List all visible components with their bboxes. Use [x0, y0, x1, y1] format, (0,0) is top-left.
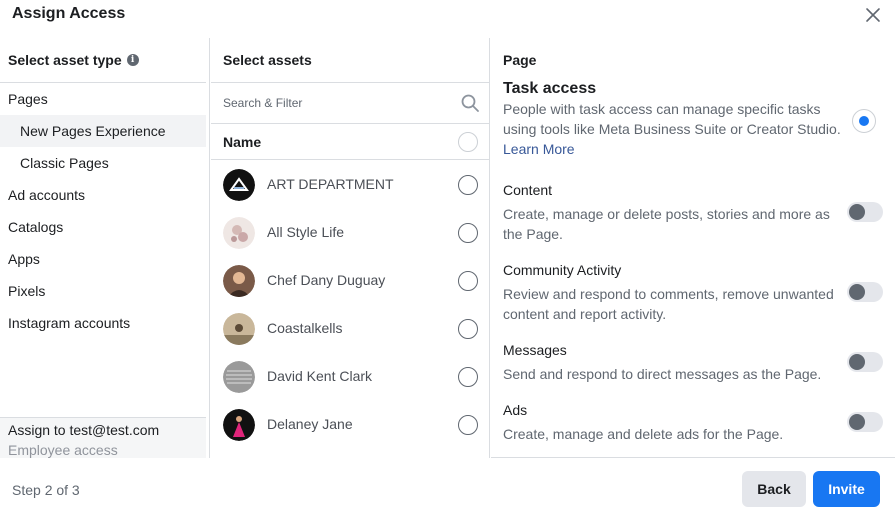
select-assets-heading: Select assets — [223, 52, 312, 68]
asset-type-pages[interactable]: Pages — [0, 83, 206, 115]
permission-description: Send and respond to direct messages as t… — [503, 366, 822, 382]
toggle-knob — [849, 414, 865, 430]
asset-type-list: Pages New Pages Experience Classic Pages… — [0, 83, 206, 339]
task-access-title: Task access — [503, 80, 597, 97]
asset-radio[interactable] — [458, 175, 478, 195]
content-toggle[interactable] — [847, 202, 883, 222]
dialog-header: Assign Access — [0, 0, 895, 38]
asset-radio[interactable] — [458, 319, 478, 339]
messages-toggle[interactable] — [847, 352, 883, 372]
avatar — [223, 169, 255, 201]
search-bar — [211, 83, 489, 123]
avatar — [223, 313, 255, 345]
asset-name: David Kent Clark — [267, 368, 373, 384]
invite-button[interactable]: Invite — [813, 471, 880, 507]
permission-title: Content — [503, 182, 553, 198]
info-icon[interactable]: i — [126, 54, 139, 66]
back-button[interactable]: Back — [742, 471, 806, 507]
permission-title: Community Activity — [503, 262, 622, 278]
asset-type-instagram-accounts[interactable]: Instagram accounts — [0, 307, 206, 339]
asset-type-catalogs[interactable]: Catalogs — [0, 211, 206, 243]
step-indicator: Step 2 of 3 — [12, 482, 80, 498]
dialog-footer: Step 2 of 3 Back Invite — [0, 458, 895, 517]
permission-messages: Messages Send and respond to direct mess… — [503, 340, 843, 384]
ads-toggle[interactable] — [847, 412, 883, 432]
toggle-knob — [849, 204, 865, 220]
permission-description: Review and respond to comments, remove u… — [503, 286, 834, 322]
asset-name: ART DEPARTMENT — [267, 176, 394, 192]
asset-name: Delaney Jane — [267, 416, 353, 432]
community-activity-toggle[interactable] — [847, 282, 883, 302]
avatar — [223, 409, 255, 441]
permissions-panel: Page Task access People with task access… — [491, 38, 895, 458]
dialog-title: Assign Access — [12, 5, 126, 22]
assign-to-label: Assign to test@test.com — [8, 422, 160, 438]
search-icon[interactable] — [460, 93, 480, 113]
permission-title: Messages — [503, 342, 567, 358]
asset-row[interactable]: David Kent Clark — [211, 353, 489, 401]
asset-radio[interactable] — [458, 367, 478, 387]
asset-row[interactable]: Coastalkells — [211, 305, 489, 353]
permission-title: Ads — [503, 402, 528, 418]
asset-radio[interactable] — [458, 415, 478, 435]
permission-description: Create, manage or delete posts, stories … — [503, 206, 830, 242]
asset-radio[interactable] — [458, 271, 478, 291]
asset-row[interactable]: ART DEPARTMENT — [211, 161, 489, 209]
asset-type-classic-pages[interactable]: Classic Pages — [0, 147, 206, 179]
access-level-label: Employee access — [8, 442, 118, 458]
assets-panel: Select assets Name ART DEPARTMENT All St… — [211, 38, 490, 458]
task-access-radio[interactable] — [852, 109, 876, 133]
asset-list: ART DEPARTMENT All Style Life Chef Dany … — [211, 161, 489, 449]
select-all-radio[interactable] — [458, 132, 478, 152]
task-access-description: People with task access can manage speci… — [503, 101, 841, 137]
asset-row[interactable]: All Style Life — [211, 209, 489, 257]
close-button[interactable] — [863, 5, 883, 25]
asset-row[interactable]: Chef Dany Duguay — [211, 257, 489, 305]
task-access-option: Task access People with task access can … — [503, 79, 843, 159]
asset-radio[interactable] — [458, 223, 478, 243]
asset-name: Chef Dany Duguay — [267, 272, 386, 288]
permissions-heading: Page — [503, 52, 537, 68]
asset-type-pixels[interactable]: Pixels — [0, 275, 206, 307]
asset-row[interactable]: Delaney Jane — [211, 401, 489, 449]
avatar — [223, 217, 255, 249]
asset-type-panel: Select asset type i Pages New Pages Expe… — [0, 38, 210, 458]
asset-type-ad-accounts[interactable]: Ad accounts — [0, 179, 206, 211]
permission-community-activity: Community Activity Review and respond to… — [503, 260, 843, 324]
assign-summary: Assign to test@test.com Employee access — [0, 417, 206, 458]
permission-content: Content Create, manage or delete posts, … — [503, 180, 843, 244]
search-input[interactable] — [223, 93, 453, 113]
learn-more-link[interactable]: Learn More — [503, 141, 575, 157]
avatar — [223, 265, 255, 297]
name-header-row: Name — [211, 124, 489, 160]
asset-name: All Style Life — [267, 224, 345, 240]
toggle-knob — [849, 354, 865, 370]
avatar — [223, 361, 255, 393]
asset-type-heading: Select asset type — [8, 52, 122, 68]
asset-type-apps[interactable]: Apps — [0, 243, 206, 275]
toggle-knob — [849, 284, 865, 300]
permission-ads: Ads Create, manage and delete ads for th… — [503, 400, 843, 444]
asset-type-new-pages-experience[interactable]: New Pages Experience — [0, 115, 206, 147]
permission-description: Create, manage and delete ads for the Pa… — [503, 426, 784, 442]
name-column-header: Name — [223, 134, 262, 150]
asset-type-heading-wrap: Select asset type i — [8, 52, 139, 68]
close-icon[interactable] — [863, 5, 883, 25]
asset-name: Coastalkells — [267, 320, 343, 336]
